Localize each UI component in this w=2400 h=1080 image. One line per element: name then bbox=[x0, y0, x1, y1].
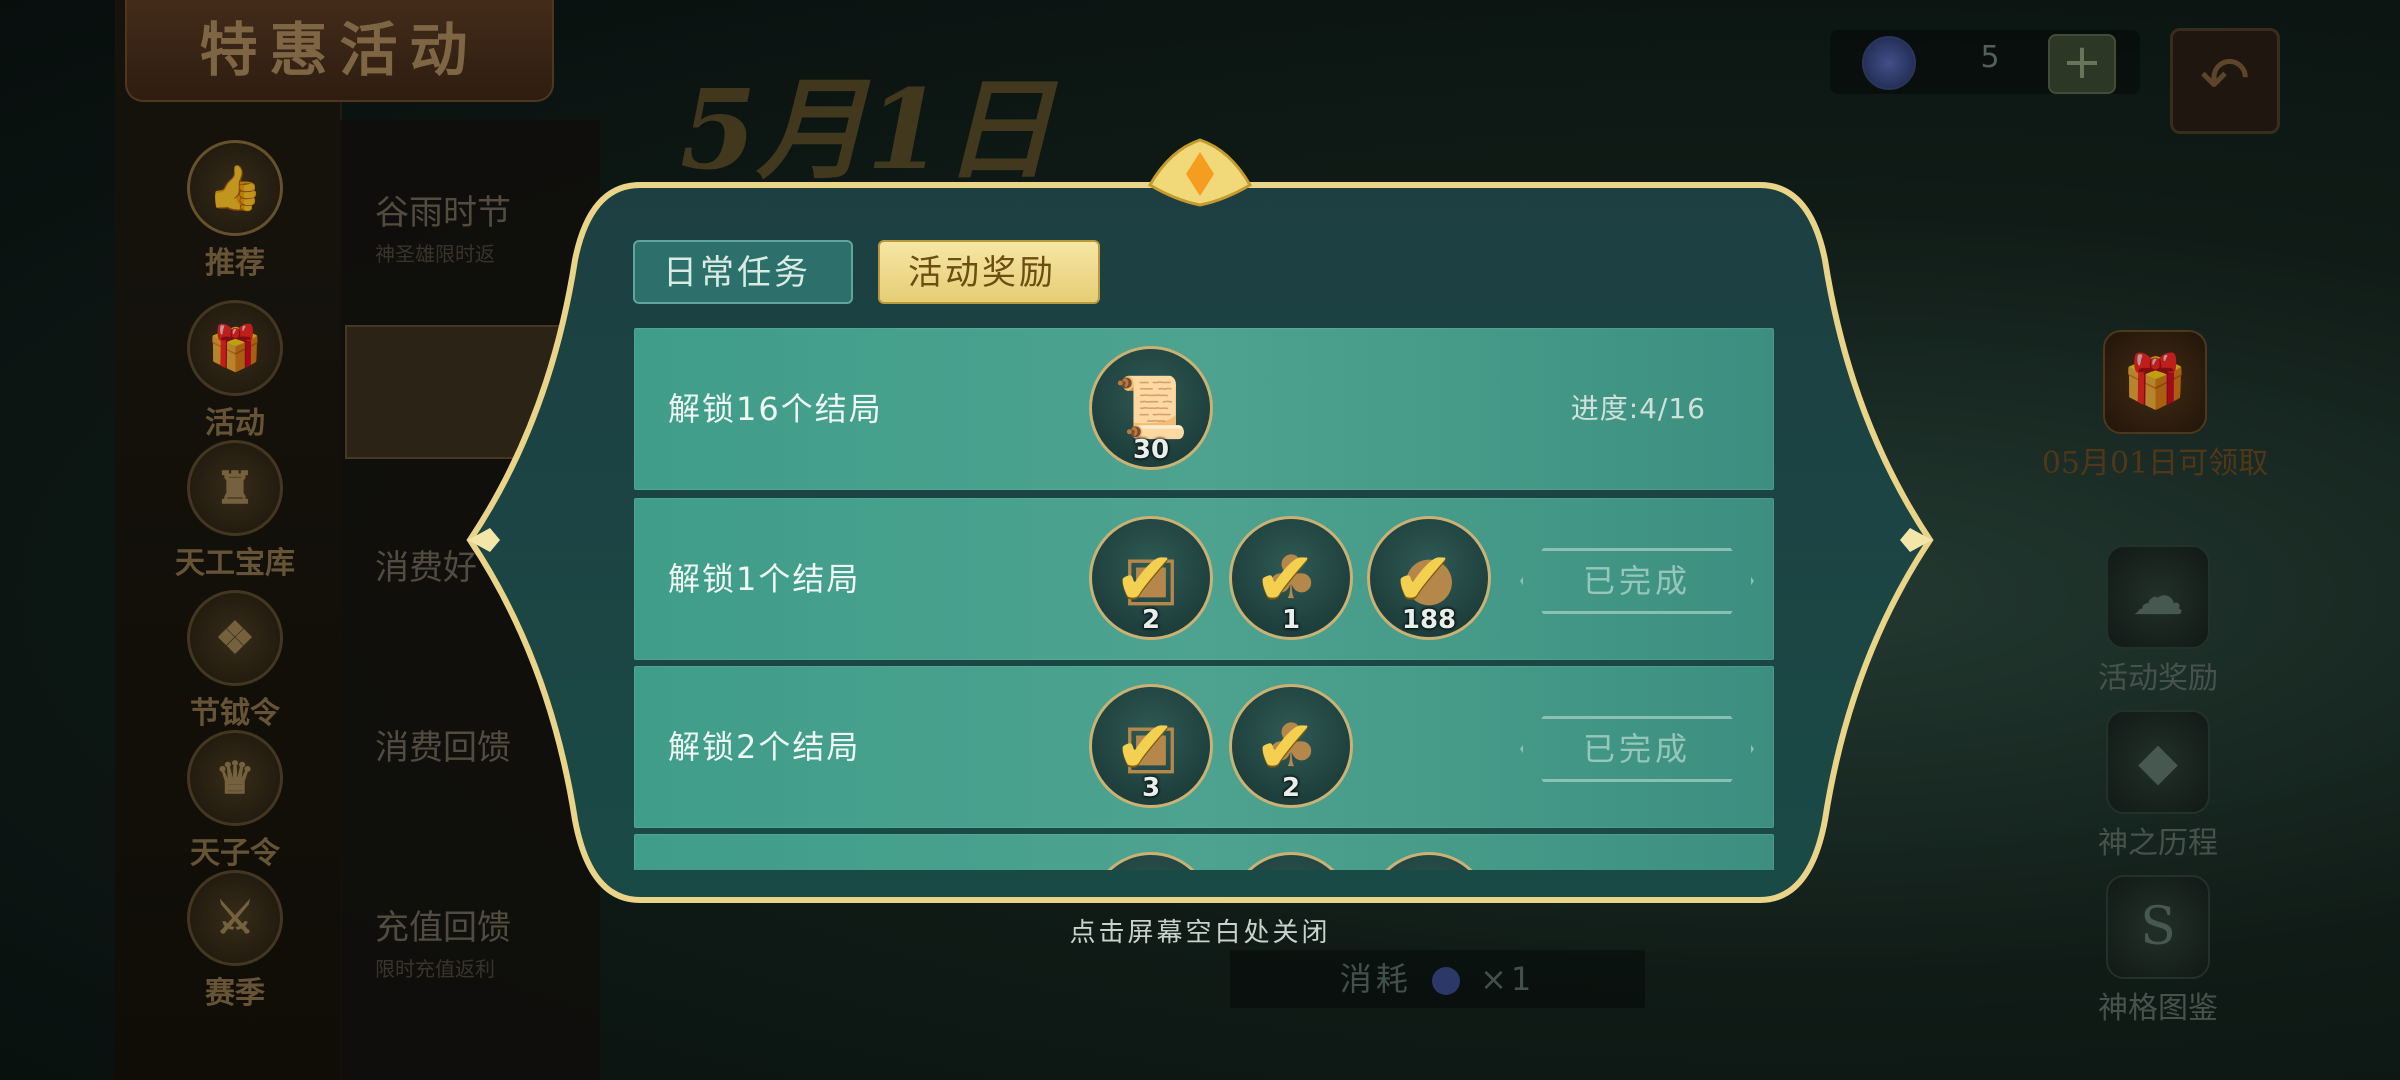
reward-item[interactable]: ▣ ✔ 3 bbox=[1089, 684, 1213, 808]
reward-qty: 30 bbox=[1132, 435, 1170, 465]
chest-icon: ▣ bbox=[1092, 855, 1210, 870]
row-condition: 解锁2个结局 bbox=[668, 728, 861, 766]
completed-button[interactable]: 已完成 bbox=[1520, 548, 1754, 614]
reward-row: ▣ ♣ ● bbox=[634, 834, 1774, 870]
reward-qty: 1 bbox=[1281, 605, 1301, 635]
close-hint: 点击屏幕空白处关闭 bbox=[1069, 918, 1331, 948]
reward-item[interactable]: ● bbox=[1367, 852, 1491, 870]
reward-qty: 3 bbox=[1141, 773, 1161, 803]
reward-item[interactable]: ▣ bbox=[1089, 852, 1213, 870]
reward-qty: 2 bbox=[1281, 773, 1301, 803]
tab-daily-tasks[interactable]: 日常任务 bbox=[633, 240, 853, 304]
reward-item[interactable]: ♣ ✔ 2 bbox=[1229, 684, 1353, 808]
row-condition: 解锁1个结局 bbox=[668, 560, 861, 598]
reward-item[interactable]: ▣ ✔ 2 bbox=[1089, 516, 1213, 640]
reward-item[interactable]: ♣ ✔ 1 bbox=[1229, 516, 1353, 640]
reward-item[interactable]: ♣ bbox=[1229, 852, 1353, 870]
gold-ingot-icon: ● bbox=[1370, 855, 1488, 870]
reward-item[interactable]: ● ✔ 188 bbox=[1367, 516, 1491, 640]
row-progress: 进度:4/16 bbox=[1570, 392, 1706, 425]
reward-row: 解锁16个结局 📜 30 进度:4/16 bbox=[634, 328, 1774, 490]
reward-item[interactable]: 📜 30 bbox=[1089, 346, 1213, 470]
reward-row: 解锁2个结局 ▣ ✔ 3 ♣ ✔ 2 已完成 bbox=[634, 666, 1774, 828]
reward-task-list[interactable]: 解锁16个结局 📜 30 进度:4/16 解锁1个结局 ▣ ✔ 2 ♣ ✔ 1 ● ✔ 188 已完成 解锁2… bbox=[634, 328, 1774, 870]
reward-qty: 2 bbox=[1141, 605, 1161, 635]
reward-qty: 188 bbox=[1401, 605, 1457, 635]
tab-event-rewards[interactable]: 活动奖励 bbox=[878, 240, 1100, 304]
row-condition: 解锁16个结局 bbox=[668, 390, 883, 428]
reward-row: 解锁1个结局 ▣ ✔ 2 ♣ ✔ 1 ● ✔ 188 已完成 bbox=[634, 498, 1774, 660]
money-bag-icon: ♣ bbox=[1232, 855, 1350, 870]
completed-button[interactable]: 已完成 bbox=[1520, 716, 1754, 782]
